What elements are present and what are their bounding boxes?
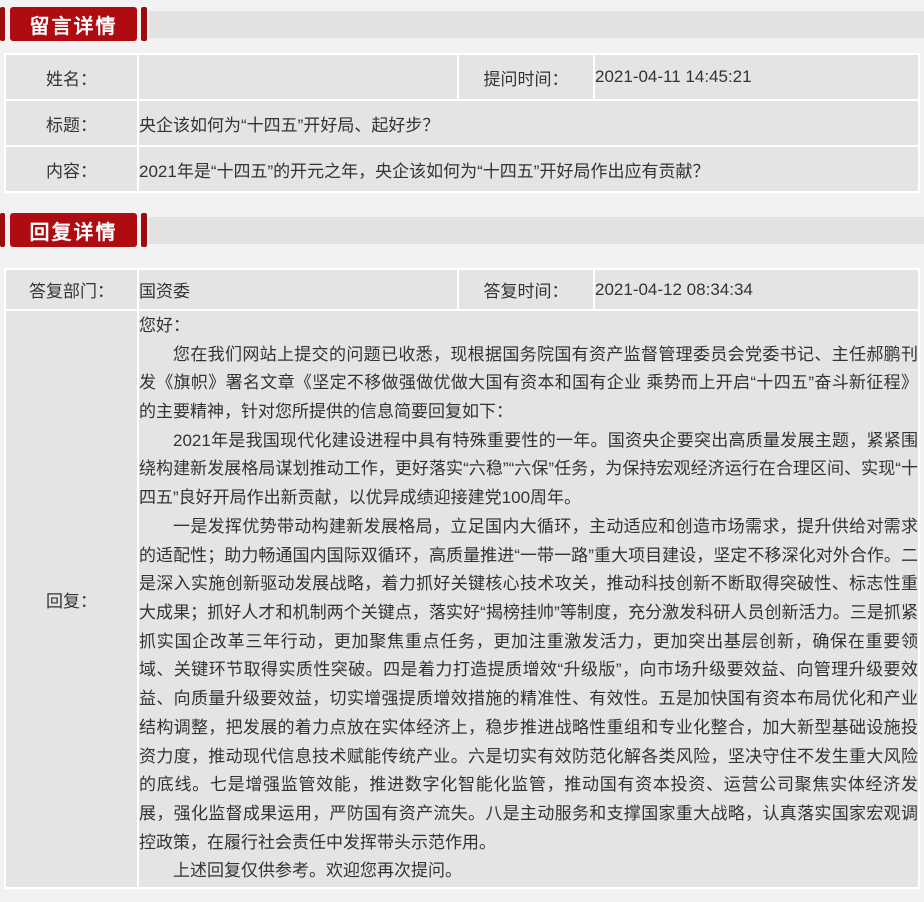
reply-dept-label: 答复部门：: [5, 269, 138, 310]
ask-time-value: 2021-04-11 14:45:21: [594, 54, 919, 100]
reply-section-header: 回复详情: [0, 213, 924, 247]
reply-body-text: 您好：您在我们网站上提交的问题已收悉，现根据国务院国有资产监督管理委员会党委书记…: [138, 310, 919, 888]
header-gray-strip: [149, 217, 924, 244]
ask-time-label: 提问时间：: [458, 54, 594, 100]
table-row-reply-body: 回复： 您好：您在我们网站上提交的问题已收悉，现根据国务院国有资产监督管理委员会…: [5, 310, 919, 888]
title-label: 标题：: [5, 100, 138, 146]
name-label: 姓名：: [5, 54, 138, 100]
header-gray-strip: [149, 11, 924, 38]
table-row-name-time: 姓名： 提问时间： 2021-04-11 14:45:21: [5, 54, 919, 100]
reply-dept-value: 国资委: [138, 269, 458, 310]
table-row-dept-time: 答复部门： 国资委 答复时间： 2021-04-12 08:34:34: [5, 269, 919, 310]
message-section-header: 留言详情: [0, 7, 924, 41]
message-detail-table: 姓名： 提问时间： 2021-04-11 14:45:21 标题： 央企该如何为…: [4, 53, 920, 193]
name-value: [138, 54, 458, 100]
header-left-bar: [0, 213, 5, 247]
reply-label: 回复：: [5, 310, 138, 888]
table-row-title: 标题： 央企该如何为“十四五”开好局、起好步？: [5, 100, 919, 146]
header-right-bar: [141, 7, 147, 41]
content-label: 内容：: [5, 146, 138, 192]
header-right-bar: [141, 213, 147, 247]
reply-detail-table: 答复部门： 国资委 答复时间： 2021-04-12 08:34:34 回复： …: [4, 268, 920, 889]
title-value: 央企该如何为“十四五”开好局、起好步？: [138, 100, 919, 146]
table-row-content: 内容： 2021年是“十四五”的开元之年，央企该如何为“十四五”开好局作出应有贡…: [5, 146, 919, 192]
content-value: 2021年是“十四五”的开元之年，央企该如何为“十四五”开好局作出应有贡献？: [138, 146, 919, 192]
reply-section-title: 回复详情: [10, 213, 137, 247]
message-section-title: 留言详情: [10, 7, 137, 41]
reply-time-value: 2021-04-12 08:34:34: [594, 269, 919, 310]
header-left-bar: [0, 7, 5, 41]
reply-time-label: 答复时间：: [458, 269, 594, 310]
